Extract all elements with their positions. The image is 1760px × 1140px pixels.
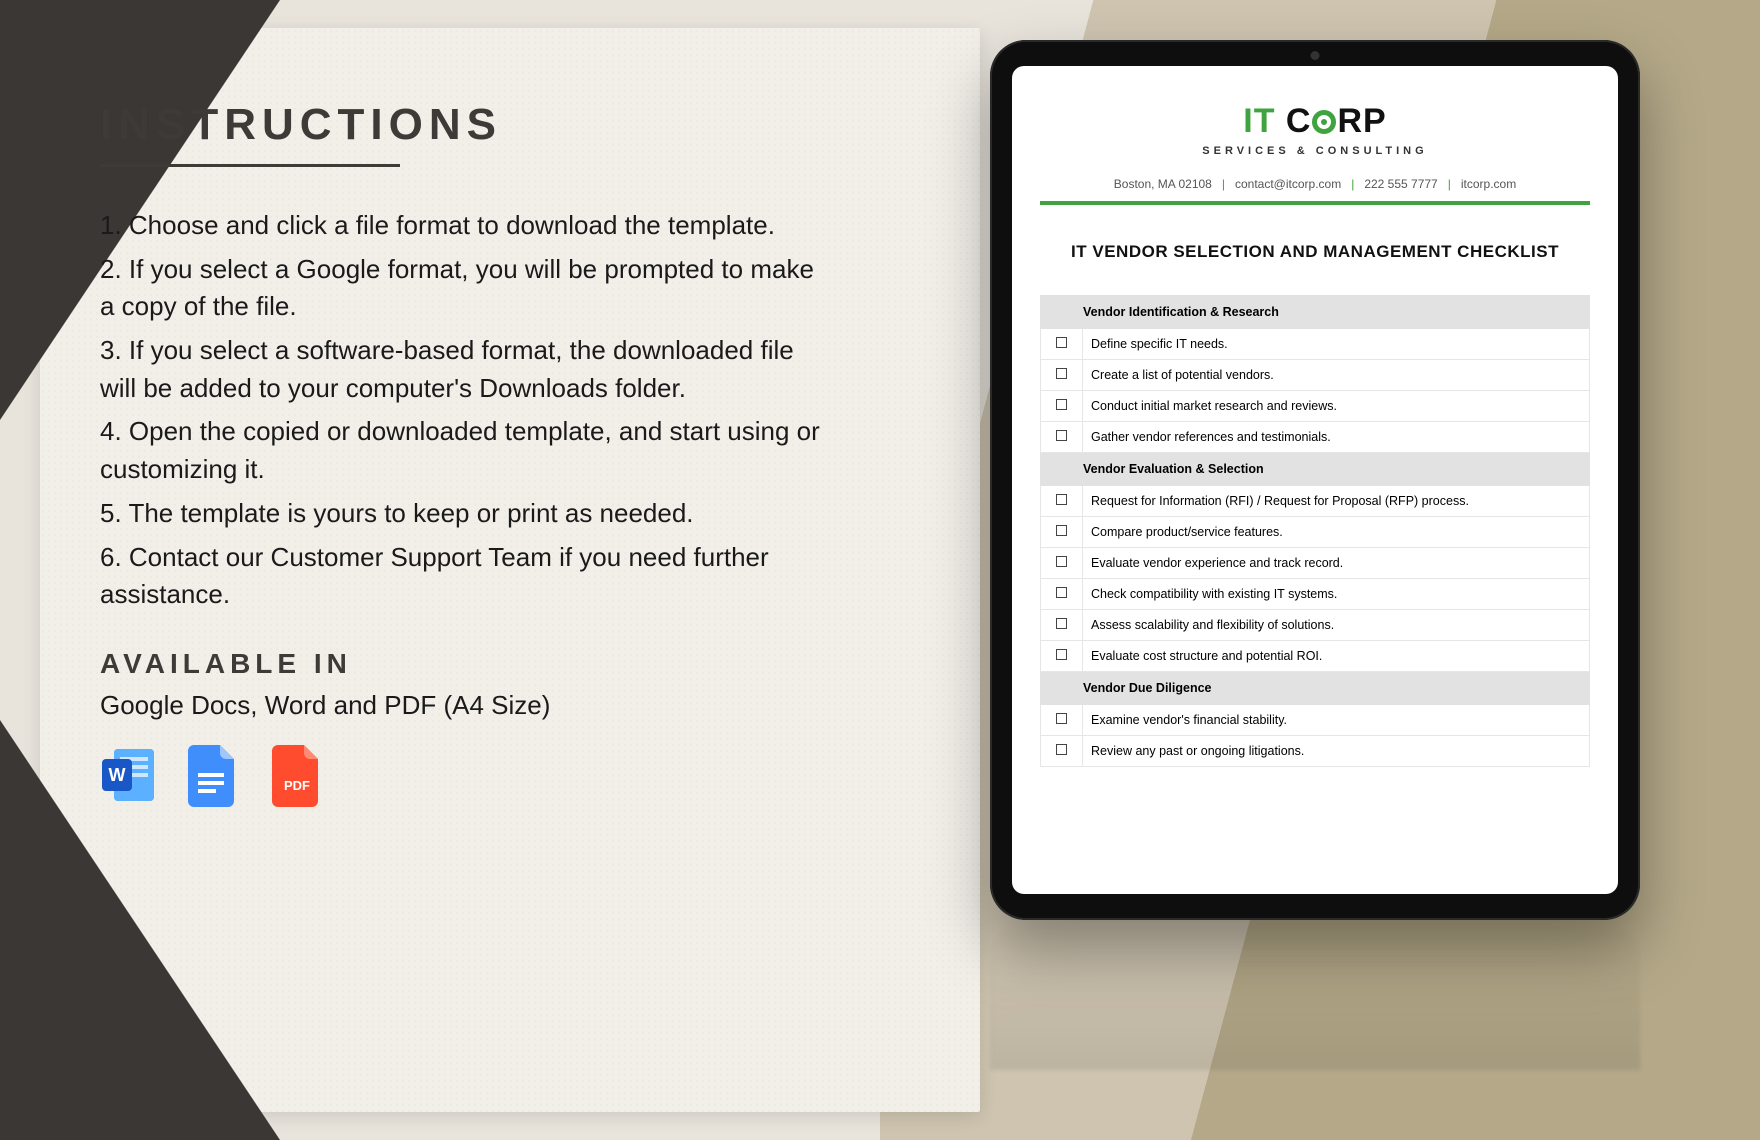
checklist-row: Gather vendor references and testimonial…: [1041, 421, 1590, 452]
step: 6. Contact our Customer Support Team if …: [100, 539, 820, 614]
checklist-row: Conduct initial market research and revi…: [1041, 390, 1590, 421]
checklist-item-text: Gather vendor references and testimonial…: [1083, 421, 1590, 452]
checkbox-icon[interactable]: [1056, 337, 1067, 348]
checkbox-icon[interactable]: [1056, 618, 1067, 629]
available-formats-text: Google Docs, Word and PDF (A4 Size): [100, 690, 820, 721]
checklist-row: Examine vendor's financial stability.: [1041, 704, 1590, 735]
checkbox-cell[interactable]: [1041, 359, 1083, 390]
checkbox-icon[interactable]: [1056, 713, 1067, 724]
pdf-icon[interactable]: PDF: [268, 743, 326, 807]
checklist-row: Create a list of potential vendors.: [1041, 359, 1590, 390]
checkbox-cell[interactable]: [1041, 609, 1083, 640]
checklist-item-text: Compare product/service features.: [1083, 516, 1590, 547]
checkbox-cell[interactable]: [1041, 390, 1083, 421]
checkbox-icon[interactable]: [1056, 587, 1067, 598]
pdf-label: PDF: [268, 778, 326, 793]
checkbox-cell[interactable]: [1041, 735, 1083, 766]
checklist-table: Vendor Identification & ResearchDefine s…: [1040, 295, 1590, 767]
checkbox-icon[interactable]: [1056, 525, 1067, 536]
brand-o-icon: [1312, 110, 1336, 134]
checkbox-cell[interactable]: [1041, 547, 1083, 578]
tablet-screen: IT CRP SERVICES & CONSULTING Boston, MA …: [1012, 66, 1618, 894]
camera-dot: [1311, 51, 1320, 60]
brand-it: IT: [1243, 102, 1275, 140]
step: 4. Open the copied or downloaded templat…: [100, 413, 820, 488]
checklist-item-text: Define specific IT needs.: [1083, 328, 1590, 359]
green-divider: [1040, 201, 1590, 205]
checkbox-icon[interactable]: [1056, 368, 1067, 379]
checkbox-cell[interactable]: [1041, 704, 1083, 735]
svg-text:W: W: [109, 765, 126, 785]
contact-phone: 222 555 7777: [1364, 177, 1437, 191]
checkbox-icon[interactable]: [1056, 649, 1067, 660]
step: 3. If you select a software-based format…: [100, 332, 820, 407]
checklist-row: Evaluate vendor experience and track rec…: [1041, 547, 1590, 578]
checklist-item-text: Create a list of potential vendors.: [1083, 359, 1590, 390]
separator: |: [1448, 177, 1451, 191]
checkbox-icon[interactable]: [1056, 556, 1067, 567]
brand-name: IT CRP: [1040, 102, 1590, 141]
checkbox-cell[interactable]: [1041, 421, 1083, 452]
checklist-item-text: Assess scalability and flexibility of so…: [1083, 609, 1590, 640]
contact-line: Boston, MA 02108 | contact@itcorp.com | 222 …: [1040, 177, 1590, 191]
separator: |: [1351, 177, 1354, 191]
checkbox-cell[interactable]: [1041, 485, 1083, 516]
checkbox-cell[interactable]: [1041, 578, 1083, 609]
checklist-item-text: Examine vendor's financial stability.: [1083, 704, 1590, 735]
checklist-row: Review any past or ongoing litigations.: [1041, 735, 1590, 766]
tablet-frame: IT CRP SERVICES & CONSULTING Boston, MA …: [990, 40, 1640, 920]
tablet-reflection: [990, 920, 1640, 1070]
checkbox-cell[interactable]: [1041, 516, 1083, 547]
checklist-section-header: Vendor Identification & Research: [1041, 295, 1590, 328]
company-logo: IT CRP SERVICES & CONSULTING: [1040, 102, 1590, 157]
checklist-item-text: Request for Information (RFI) / Request …: [1083, 485, 1590, 516]
checkbox-icon[interactable]: [1056, 430, 1067, 441]
checkbox-cell[interactable]: [1041, 640, 1083, 671]
checklist-row: Define specific IT needs.: [1041, 328, 1590, 359]
step: 2. If you select a Google format, you wi…: [100, 251, 820, 326]
checklist-row: Check compatibility with existing IT sys…: [1041, 578, 1590, 609]
document-title: IT VENDOR SELECTION AND MANAGEMENT CHECK…: [1070, 239, 1560, 265]
instructions-heading: INSTRUCTIONS: [100, 100, 820, 150]
separator: |: [1222, 177, 1225, 191]
heading-underline: [100, 164, 400, 167]
checkbox-icon[interactable]: [1056, 494, 1067, 505]
available-heading: AVAILABLE IN: [100, 648, 820, 680]
checklist-section-header: Vendor Due Diligence: [1041, 671, 1590, 704]
tablet-mockup: IT CRP SERVICES & CONSULTING Boston, MA …: [990, 40, 1640, 920]
instruction-steps: 1. Choose and click a file format to dow…: [100, 207, 820, 614]
checklist-item-text: Conduct initial market research and revi…: [1083, 390, 1590, 421]
checkbox-cell[interactable]: [1041, 328, 1083, 359]
contact-site: itcorp.com: [1461, 177, 1516, 191]
step: 1. Choose and click a file format to dow…: [100, 207, 820, 245]
checkbox-icon[interactable]: [1056, 744, 1067, 755]
checklist-row: Assess scalability and flexibility of so…: [1041, 609, 1590, 640]
format-icons: W PDF: [100, 743, 820, 807]
contact-email: contact@itcorp.com: [1235, 177, 1341, 191]
checklist-section-header: Vendor Evaluation & Selection: [1041, 452, 1590, 485]
checklist-item-text: Evaluate vendor experience and track rec…: [1083, 547, 1590, 578]
checklist-item-text: Check compatibility with existing IT sys…: [1083, 578, 1590, 609]
contact-city: Boston, MA 02108: [1114, 177, 1212, 191]
step: 5. The template is yours to keep or prin…: [100, 495, 820, 533]
checklist-row: Request for Information (RFI) / Request …: [1041, 485, 1590, 516]
google-docs-icon[interactable]: [184, 743, 242, 807]
instructions-column: INSTRUCTIONS 1. Choose and click a file …: [100, 100, 820, 807]
checklist-item-text: Evaluate cost structure and potential RO…: [1083, 640, 1590, 671]
checklist-row: Evaluate cost structure and potential RO…: [1041, 640, 1590, 671]
word-icon[interactable]: W: [100, 743, 158, 807]
checklist-item-text: Review any past or ongoing litigations.: [1083, 735, 1590, 766]
brand-tagline: SERVICES & CONSULTING: [1040, 145, 1590, 157]
checklist-row: Compare product/service features.: [1041, 516, 1590, 547]
checkbox-icon[interactable]: [1056, 399, 1067, 410]
